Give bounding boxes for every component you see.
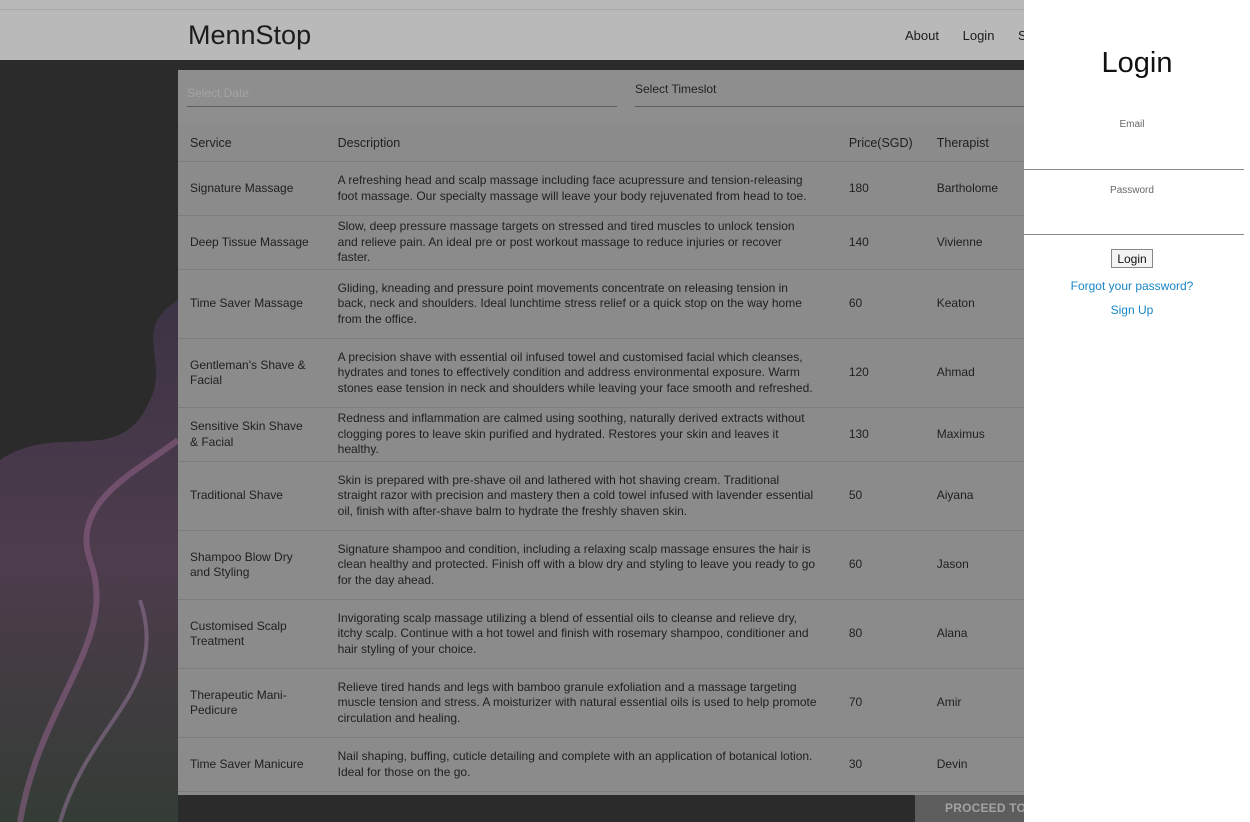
service-name: Signature Massage (178, 161, 326, 216)
service-description: Slow, deep pressure massage targets on s… (325, 215, 829, 270)
service-therapist: Keaton (924, 269, 1028, 339)
table-row[interactable]: Traditional Shave Skin is prepared with … (178, 461, 1028, 531)
service-price: 70 (828, 668, 925, 738)
booking-panel: Select Timeslot Service Description Pric… (178, 70, 1035, 795)
table-header-row: Service Description Price(SGD) Therapist (178, 124, 1028, 162)
service-description: Gliding, kneading and pressure point mov… (325, 269, 829, 339)
service-price: 180 (828, 161, 925, 216)
service-description: A precision shave with essential oil inf… (325, 338, 829, 408)
service-description: Redness and inflammation are calmed usin… (325, 407, 829, 462)
table-row[interactable]: Therapeutic Mani-Pedicure Relieve tired … (178, 668, 1028, 738)
proceed-button[interactable]: PROCEED TO (915, 795, 1035, 822)
table-row[interactable]: Shampoo Blow Dry and Styling Signature s… (178, 530, 1028, 600)
service-name: Time Saver Manicure (178, 737, 326, 792)
service-name: Therapeutic Mani-Pedicure (178, 668, 326, 738)
service-name: Shampoo Blow Dry and Styling (178, 530, 326, 600)
header-price: Price(SGD) (828, 124, 925, 162)
service-description: Invigorating scalp massage utilizing a b… (325, 599, 829, 669)
email-label: Email (1119, 119, 1145, 130)
service-price: 60 (828, 269, 925, 339)
service-therapist: Jason (924, 530, 1028, 600)
service-price: 60 (828, 530, 925, 600)
nav-link-login[interactable]: Login (963, 28, 995, 43)
service-description: A refreshing head and scalp massage incl… (325, 161, 829, 216)
services-table: Service Description Price(SGD) Therapist… (178, 124, 1028, 792)
service-name: Deep Tissue Massage (178, 215, 326, 270)
service-therapist: Maximus (924, 407, 1028, 462)
login-button[interactable]: Login (1111, 249, 1153, 268)
service-name: Time Saver Massage (178, 269, 326, 339)
forgot-password-link[interactable]: Forgot your password? (1024, 279, 1240, 293)
password-field[interactable] (1024, 210, 1244, 235)
login-sidebar: Login Email Password Login Forgot your p… (1024, 0, 1250, 822)
service-therapist: Bartholome (924, 161, 1028, 216)
service-therapist: Aiyana (924, 461, 1028, 531)
service-price: 50 (828, 461, 925, 531)
service-description: Nail shaping, buffing, cuticle detailing… (325, 737, 829, 792)
nav-link-about[interactable]: About (905, 28, 939, 43)
login-title: Login (1101, 47, 1173, 79)
service-therapist: Devin (924, 737, 1028, 792)
table-row[interactable]: Sensitive Skin Shave & Facial Redness an… (178, 407, 1028, 462)
service-price: 30 (828, 737, 925, 792)
service-name: Traditional Shave (178, 461, 326, 531)
service-price: 140 (828, 215, 925, 270)
service-description: Skin is prepared with pre-shave oil and … (325, 461, 829, 531)
select-timeslot-dropdown[interactable]: Select Timeslot (635, 80, 1035, 107)
table-row[interactable]: Signature Massage A refreshing head and … (178, 161, 1028, 216)
service-therapist: Vivienne (924, 215, 1028, 270)
booking-picker-row: Select Timeslot (178, 70, 1035, 124)
service-price: 130 (828, 407, 925, 462)
table-row[interactable]: Deep Tissue Massage Slow, deep pressure … (178, 215, 1028, 270)
service-price: 120 (828, 338, 925, 408)
service-therapist: Amir (924, 668, 1028, 738)
service-name: Gentleman's Shave & Facial (178, 338, 326, 408)
service-price: 80 (828, 599, 925, 669)
header-description: Description (325, 124, 829, 162)
select-date-input[interactable] (187, 80, 617, 107)
header-service: Service (178, 124, 326, 162)
email-field[interactable] (1024, 145, 1244, 170)
table-row[interactable]: Time Saver Massage Gliding, kneading and… (178, 269, 1028, 339)
service-name: Sensitive Skin Shave & Facial (178, 407, 326, 462)
password-label: Password (1110, 185, 1154, 196)
header-therapist: Therapist (924, 124, 1028, 162)
service-therapist: Ahmad (924, 338, 1028, 408)
table-row[interactable]: Time Saver Manicure Nail shaping, buffin… (178, 737, 1028, 792)
table-row[interactable]: Customised Scalp Treatment Invigorating … (178, 599, 1028, 669)
sign-up-link[interactable]: Sign Up (1024, 303, 1240, 317)
table-row[interactable]: Gentleman's Shave & Facial A precision s… (178, 338, 1028, 408)
service-description: Signature shampoo and condition, includi… (325, 530, 829, 600)
brand-logo[interactable]: MennStop (188, 20, 311, 51)
service-name: Customised Scalp Treatment (178, 599, 326, 669)
service-therapist: Alana (924, 599, 1028, 669)
service-description: Relieve tired hands and legs with bamboo… (325, 668, 829, 738)
